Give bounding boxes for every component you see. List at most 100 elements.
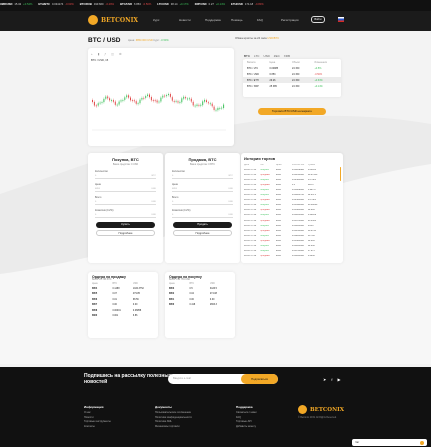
sell-fee-label: Комиссия (0.2%) [172, 209, 191, 212]
ticker-item[interactable]: BTC/USD 6 853 -0.50% [120, 3, 151, 7]
history-cell: Продажа [259, 209, 270, 212]
candle [154, 100, 156, 102]
ticker-pair: BTC/RUB [79, 3, 92, 7]
ticker-change: +0.14% [215, 3, 226, 7]
history-cell: 34.265 [307, 239, 315, 242]
ticker-price: 0.034174 [52, 3, 64, 7]
footer-link[interactable]: Контакты [84, 425, 111, 430]
market-row[interactable]: BTC / XRP 25 385 24 150 +0.14% [243, 83, 341, 89]
sell-details-button[interactable]: Подробнее [173, 230, 232, 236]
orders-cell: 0.04 [189, 293, 194, 296]
candle [169, 93, 171, 97]
market-change: -0.50% [314, 72, 323, 76]
history-header-cell: Сумма [307, 163, 315, 166]
candle [143, 97, 145, 99]
orders-cell: 0.001 [112, 315, 119, 318]
nav-item[interactable]: Новости [179, 18, 205, 22]
buy-amount-input[interactable]: 0 BTC [95, 174, 156, 179]
ticker-pair: ETH/BTC [38, 3, 50, 7]
table-row[interactable]: 6860 0.001 6.86 [88, 313, 158, 318]
candle [162, 95, 164, 98]
candle [128, 95, 130, 98]
market-trade-button[interactable]: Торговля BTC/USD на маркете [258, 108, 326, 115]
footer-link[interactable]: Пользовательское соглашение [155, 411, 192, 416]
ticker-item[interactable]: BTC/RUB 499 660 -0.29% [79, 3, 114, 7]
history-cell: Покупка [259, 214, 269, 217]
history-cell: 6853 [275, 219, 281, 222]
history-cell: 18.10 17:53 [244, 224, 257, 227]
candle [160, 97, 162, 102]
candle [206, 100, 207, 102]
signin-button[interactable]: Войти [311, 16, 325, 23]
history-scrollbar[interactable] [339, 167, 341, 181]
ticker-price: 174.18 [244, 3, 254, 7]
nav-item[interactable]: Поддержка [205, 18, 231, 22]
market-change: +0.14% [314, 84, 323, 88]
orders-cell: 0.07 [112, 293, 117, 296]
ticker-item[interactable]: XRP/USD 0.27 +0.14% [194, 3, 226, 7]
table-row[interactable]: 6850 0.418 2863.3 [165, 303, 235, 308]
orders-cell: 0.00 [209, 298, 215, 301]
sell-total-input[interactable]: 0 USD [172, 200, 233, 205]
history-cell: 47.971 [307, 250, 315, 253]
subscribe-button[interactable]: Подписаться [241, 374, 278, 384]
language-flag-icon[interactable] [338, 17, 344, 22]
history-cell: 82.236 [307, 245, 315, 248]
candle [192, 101, 194, 106]
history-cell: 6853 [275, 234, 281, 237]
orders-cell: 68.56 [132, 298, 139, 301]
orders-cell: 6858 [92, 309, 98, 312]
history-cell: 0.00340000 [291, 204, 304, 207]
history-cell: 6853 [275, 239, 281, 242]
nav-item[interactable]: Помощь [231, 18, 257, 22]
history-cell: 0.00184700 [291, 194, 304, 197]
footer-link[interactable]: Добавить монету [236, 425, 257, 430]
chat-widget[interactable]: Чат [352, 439, 427, 446]
history-cell: 0.00370000 [291, 219, 304, 222]
youtube-icon[interactable]: ▶ [337, 377, 340, 382]
buy-button[interactable]: Купить [96, 222, 155, 228]
orders-cell: 6854 [92, 288, 98, 291]
candle [141, 97, 143, 100]
ticker-pair: XMR/USD [0, 3, 13, 7]
history-cell: 0.01200000 [291, 245, 304, 248]
history-cell: 18.10 17:55 [244, 183, 257, 186]
market-cell: BTC / XRP [247, 84, 259, 88]
footer-link[interactable]: Механизмы торговли [155, 425, 192, 430]
history-table: Дата Тип Цена Количество Сумма 18.10 17:55 Пок… [241, 162, 343, 259]
footer-link[interactable]: Связаться с нами [236, 411, 257, 416]
sell-price-input[interactable]: 6853 USD [172, 187, 233, 192]
history-cell: Покупка [259, 194, 269, 197]
sell-amount-input[interactable]: 0 BTC [172, 174, 233, 179]
history-header-cell: Количество [291, 163, 305, 166]
history-cell: 6853 [275, 255, 281, 258]
footer-logo[interactable]: BETCONIX [298, 405, 344, 414]
buy-details-button[interactable]: Подробнее [96, 230, 155, 236]
ticker-item[interactable]: ETH/BTC 0.034174 -0.63% [38, 3, 73, 7]
candle [105, 96, 107, 99]
ticker-item[interactable]: LTC/USD 38.14 +0.17% [157, 3, 188, 7]
rates-link[interactable]: USD/BTC [267, 37, 279, 40]
site-logo[interactable]: BETCONIX [88, 15, 138, 25]
candlestick-chart[interactable] [88, 48, 234, 146]
history-cell: 171.325 [307, 199, 316, 202]
ticker-item[interactable]: ETH/USD 174.18 -0.80% [231, 3, 264, 7]
chat-icon [420, 440, 424, 445]
ticker-item[interactable]: XMR/USD 15.32 +0.54% [0, 3, 32, 7]
telegram-icon[interactable]: ➤ [323, 377, 326, 382]
candle [207, 102, 209, 104]
buy-total-input[interactable]: 0 USD [95, 200, 156, 205]
sell-button[interactable]: Продать [173, 222, 232, 228]
orders-cell: 0.06858 [132, 309, 142, 312]
nav-item[interactable]: FAQ [257, 18, 283, 22]
ticker-pair: XRP/USD [194, 3, 207, 7]
ticker-price: 15.32 [14, 3, 22, 7]
orders-cell: 274.08 [209, 293, 217, 296]
history-cell: 685.3 [307, 183, 314, 186]
market-header-cell: Валюта [247, 60, 256, 64]
nav-item[interactable]: Курс [153, 18, 179, 22]
login-link[interactable]: Регистрация [281, 18, 311, 22]
facebook-icon[interactable]: f [331, 377, 332, 382]
history-cell: Покупка [259, 204, 269, 207]
buy-price-input[interactable]: 6853 USD [95, 187, 156, 192]
